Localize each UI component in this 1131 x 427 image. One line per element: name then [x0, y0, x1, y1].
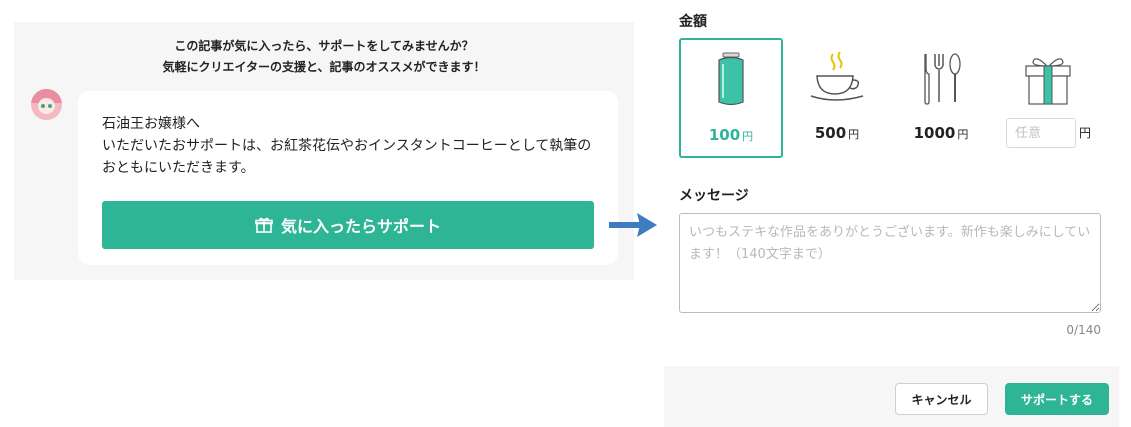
can-icon [718, 52, 744, 106]
support-message-card: 石油王お嬢様へ いただいたおサポートは、お紅茶花伝やおインスタントコーヒーとして… [78, 91, 618, 265]
support-message-line-1: 石油王お嬢様へ [102, 116, 200, 132]
like-support-button-label: 気に入ったらサポート [280, 217, 441, 236]
amount-label: 金額 [679, 14, 707, 30]
creator-avatar[interactable] [31, 89, 62, 120]
amount-option-500[interactable]: 500 円 [785, 38, 889, 158]
message-textarea[interactable] [679, 213, 1101, 313]
message-label: メッセージ [679, 188, 749, 204]
amount-value-1000: 1000 [913, 124, 956, 142]
custom-amount-input[interactable] [1006, 118, 1076, 148]
amount-value-100: 100 [708, 126, 741, 144]
coffee-cup-icon [810, 51, 864, 101]
cancel-button[interactable]: キャンセル [895, 383, 988, 415]
amount-unit-1000: 円 [957, 128, 969, 141]
support-prompt-panel: この記事が気に入ったら、サポートをしてみませんか？ 気軽にクリエイターの支援と、… [14, 22, 634, 280]
support-message-text: 石油王お嬢様へ いただいたおサポートは、お紅茶花伝やおインスタントコーヒーとして… [102, 113, 591, 179]
amount-value-500: 500 [814, 124, 847, 142]
support-prompt-line-1: この記事が気に入ったら、サポートをしてみませんか？ [174, 39, 474, 53]
arrow-right-icon [609, 213, 657, 237]
gift-icon [255, 217, 273, 233]
like-support-button[interactable]: 気に入ったらサポート [102, 201, 594, 249]
gift-box-icon [1025, 58, 1071, 105]
dialog-footer: キャンセル サポートする [664, 366, 1119, 427]
custom-amount-unit: 円 [1079, 126, 1092, 140]
support-prompt-line-2: 気軽にクリエイターの支援と、記事のオススメができます！ [162, 60, 486, 74]
support-message-line-3: おともにいただきます。 [102, 160, 255, 176]
amount-option-100[interactable]: 100 円 [679, 38, 783, 158]
support-message-line-2: いただいたおサポートは、お紅茶花伝やおインスタントコーヒーとして執筆の [102, 138, 592, 154]
amount-option-1000[interactable]: 1000 円 [889, 38, 993, 158]
message-character-counter: 0/140 [1066, 323, 1101, 337]
submit-support-button[interactable]: サポートする [1005, 383, 1109, 415]
support-prompt: この記事が気に入ったら、サポートをしてみませんか？ 気軽にクリエイターの支援と、… [14, 36, 634, 78]
amount-unit-500: 円 [848, 128, 860, 141]
cutlery-icon [924, 53, 961, 105]
amount-unit-100: 円 [742, 130, 754, 143]
